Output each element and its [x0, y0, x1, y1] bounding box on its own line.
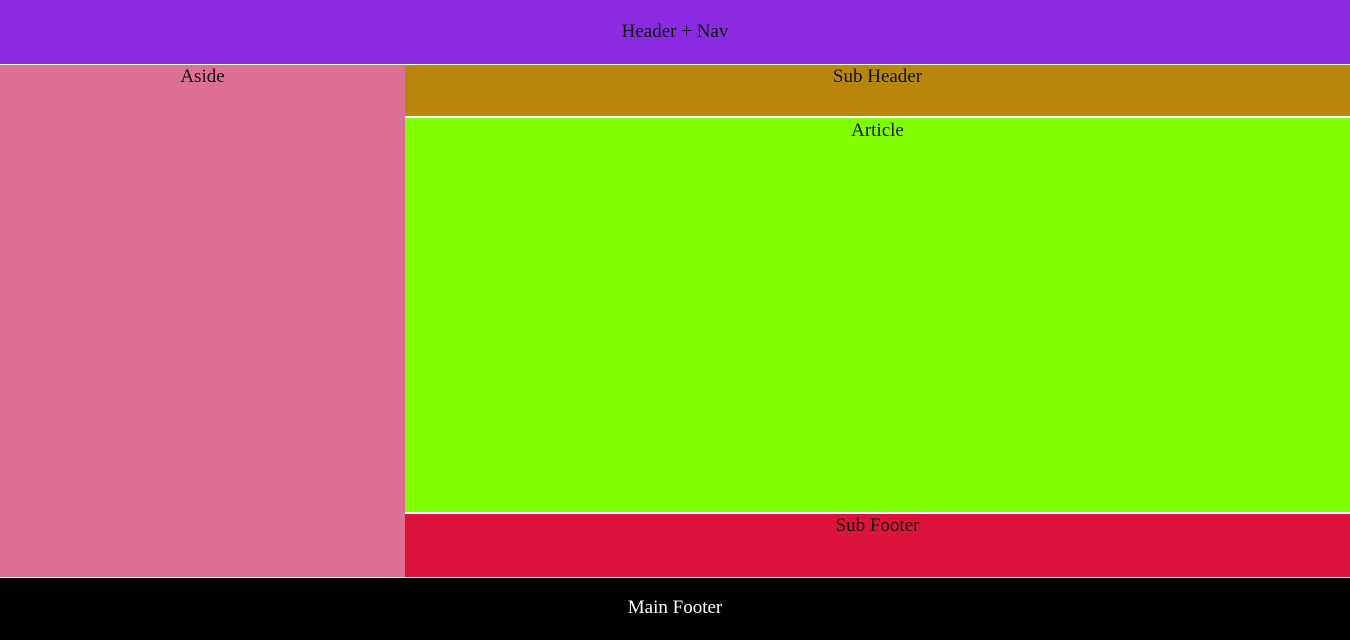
aside-label: Aside	[180, 66, 225, 87]
sub-footer-label: Sub Footer	[835, 515, 920, 536]
main-footer-label: Main Footer	[627, 597, 723, 618]
sub-header-label: Sub Header	[832, 66, 923, 87]
header-nav-label: Header + Nav	[621, 21, 729, 42]
article-label: Article	[851, 120, 904, 141]
header-nav: Header + Nav	[0, 0, 1350, 64]
sub-header: Sub Header	[405, 65, 1350, 116]
sub-footer: Sub Footer	[405, 514, 1350, 577]
article: Article	[405, 118, 1350, 512]
aside: Aside	[0, 65, 405, 577]
main-footer: Main Footer	[0, 578, 1350, 640]
